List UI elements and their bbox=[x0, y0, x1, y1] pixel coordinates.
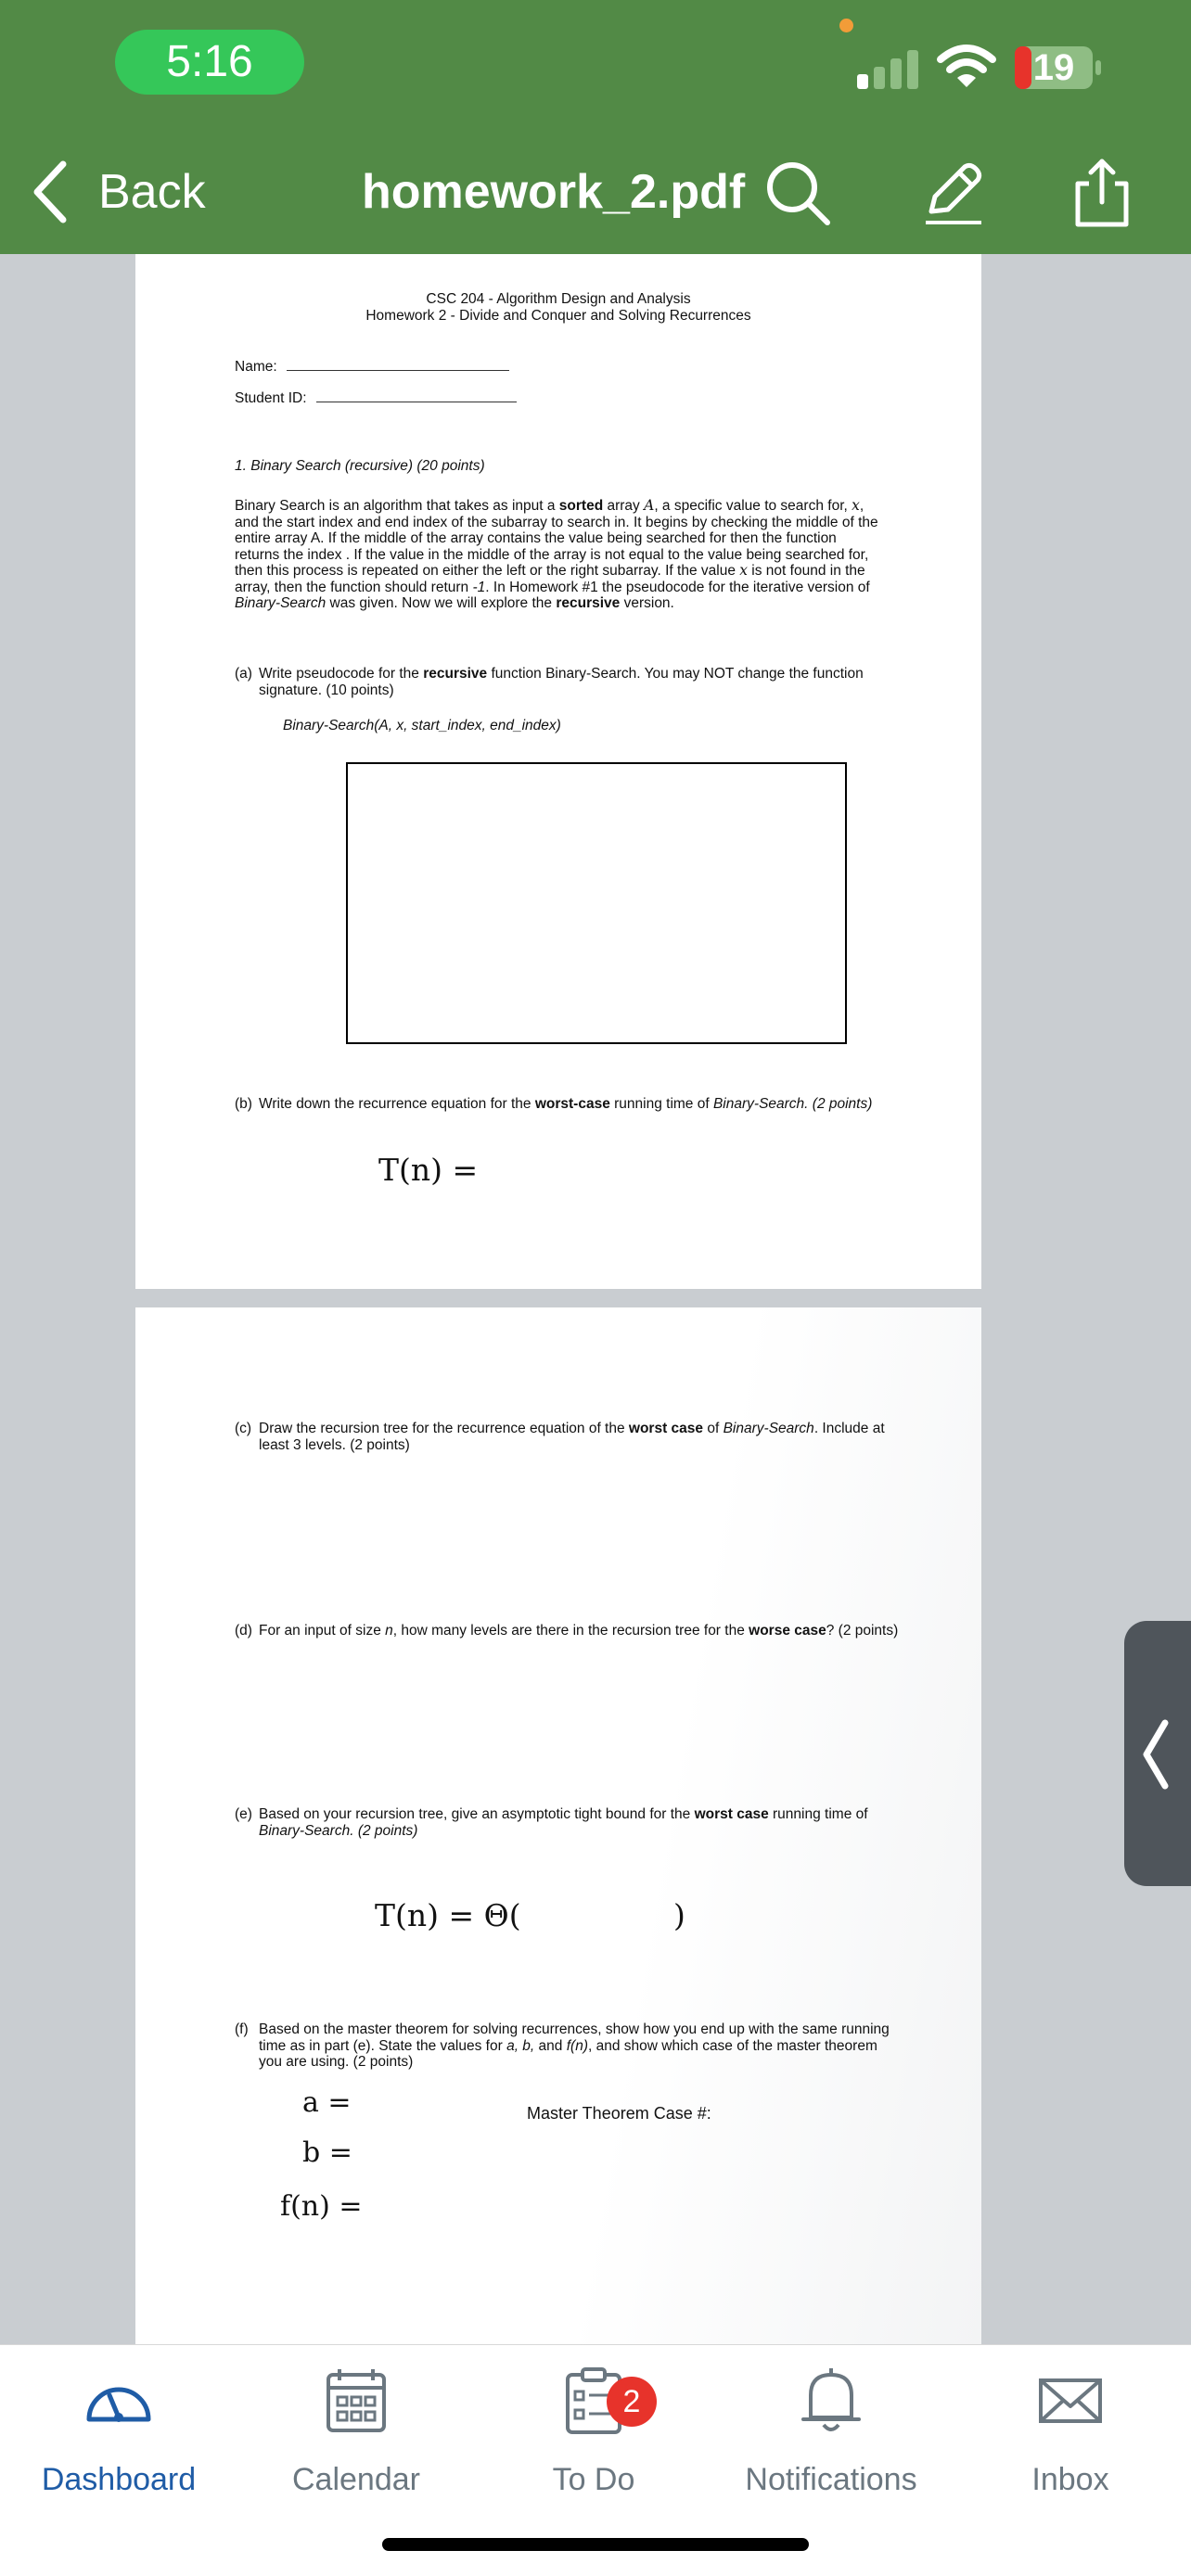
qf-fn: f(n) = bbox=[280, 2190, 363, 2223]
qd-label: (d) bbox=[235, 1623, 252, 1639]
qf-case-label: Master Theorem Case #: bbox=[527, 2104, 711, 2123]
name-blank bbox=[286, 358, 509, 371]
qc-label: (c) bbox=[235, 1421, 252, 1436]
qb-math: T(n) = bbox=[378, 1152, 479, 1188]
calendar-icon bbox=[327, 2369, 386, 2432]
tab-calendar[interactable]: Calendar bbox=[237, 2364, 475, 2498]
pdf-page-2[interactable]: (c) Draw the recursion tree for the recu… bbox=[135, 1307, 981, 2344]
qe-text: Based on your recursion tree, give an as… bbox=[259, 1806, 868, 1839]
share-icon[interactable] bbox=[1065, 156, 1139, 230]
qe-math-right: ) bbox=[673, 1897, 685, 1933]
tab-dashboard[interactable]: Dashboard bbox=[0, 2364, 237, 2498]
tab-todo-label: To Do bbox=[552, 2462, 635, 2497]
back-label: Back bbox=[98, 165, 206, 219]
chevron-left-icon bbox=[1143, 1719, 1169, 1790]
q1-intro: Binary Search is an algorithm that takes… bbox=[235, 497, 878, 611]
dashboard-gauge-icon bbox=[86, 2387, 151, 2422]
todo-count-badge: 2 bbox=[607, 2377, 657, 2427]
tab-calendar-label: Calendar bbox=[292, 2462, 420, 2497]
mail-icon bbox=[1039, 2378, 1102, 2423]
name-field: Name: bbox=[235, 358, 509, 376]
student-id-field: Student ID: bbox=[235, 389, 517, 407]
qb-label: (b) bbox=[235, 1096, 252, 1112]
qa-signature: Binary-Search(A, x, start_index, end_ind… bbox=[283, 718, 561, 733]
tab-todo[interactable]: 2 To Do bbox=[475, 2364, 712, 2498]
tab-inbox[interactable]: Inbox bbox=[952, 2364, 1189, 2498]
student-id-blank bbox=[315, 389, 517, 402]
qe-label: (e) bbox=[235, 1806, 252, 1822]
tab-notifications-label: Notifications bbox=[745, 2462, 917, 2497]
qf-b: b = bbox=[302, 2136, 352, 2169]
qa-label: (a) bbox=[235, 666, 252, 682]
doc-header-line1: CSC 204 - Algorithm Design and Analysis bbox=[426, 291, 691, 307]
battery-indicator: 19 bbox=[1015, 46, 1104, 89]
privacy-indicator-dot bbox=[839, 19, 853, 32]
qa-text: Write pseudocode for the recursive funct… bbox=[259, 666, 864, 698]
qf-label: (f) bbox=[235, 2021, 249, 2037]
status-time: 5:16 bbox=[115, 30, 304, 95]
qf-text: Based on the master theorem for solving … bbox=[259, 2021, 890, 2070]
cellular-signal-icon bbox=[857, 50, 918, 89]
tab-inbox-label: Inbox bbox=[1031, 2462, 1109, 2497]
tab-dashboard-label: Dashboard bbox=[41, 2462, 197, 2497]
home-indicator bbox=[382, 2538, 809, 2551]
markup-pen-icon[interactable] bbox=[915, 156, 989, 230]
name-label: Name: bbox=[235, 359, 277, 375]
back-button[interactable]: Back bbox=[32, 156, 206, 228]
qf-a: a = bbox=[302, 2086, 352, 2119]
search-icon[interactable] bbox=[761, 156, 835, 230]
qd-text: For an input of size n, how many levels … bbox=[259, 1623, 899, 1639]
student-id-label: Student ID: bbox=[235, 390, 307, 406]
chevron-left-icon bbox=[33, 160, 67, 223]
qc-text: Draw the recursion tree for the recurren… bbox=[259, 1421, 885, 1453]
wifi-icon bbox=[937, 45, 996, 87]
top-bar: 5:16 19 Back homework_2.pdf bbox=[0, 0, 1191, 254]
bell-icon bbox=[801, 2368, 861, 2431]
document-title: homework_2.pdf bbox=[362, 165, 746, 219]
pdf-page-1[interactable]: CSC 204 - Algorithm Design and Analysis … bbox=[135, 254, 981, 1289]
doc-header-line2: Homework 2 - Divide and Conquer and Solv… bbox=[365, 308, 751, 324]
tab-notifications[interactable]: Notifications bbox=[712, 2364, 950, 2498]
battery-level: 19 bbox=[1032, 47, 1075, 88]
q1-title: 1. Binary Search (recursive) (20 points) bbox=[235, 458, 485, 474]
qa-answer-box[interactable] bbox=[346, 762, 847, 1044]
qe-math-left: T(n) = Θ( bbox=[375, 1897, 521, 1933]
qb-text: Write down the recurrence equation for t… bbox=[259, 1096, 873, 1112]
side-panel-handle[interactable] bbox=[1124, 1621, 1191, 1886]
